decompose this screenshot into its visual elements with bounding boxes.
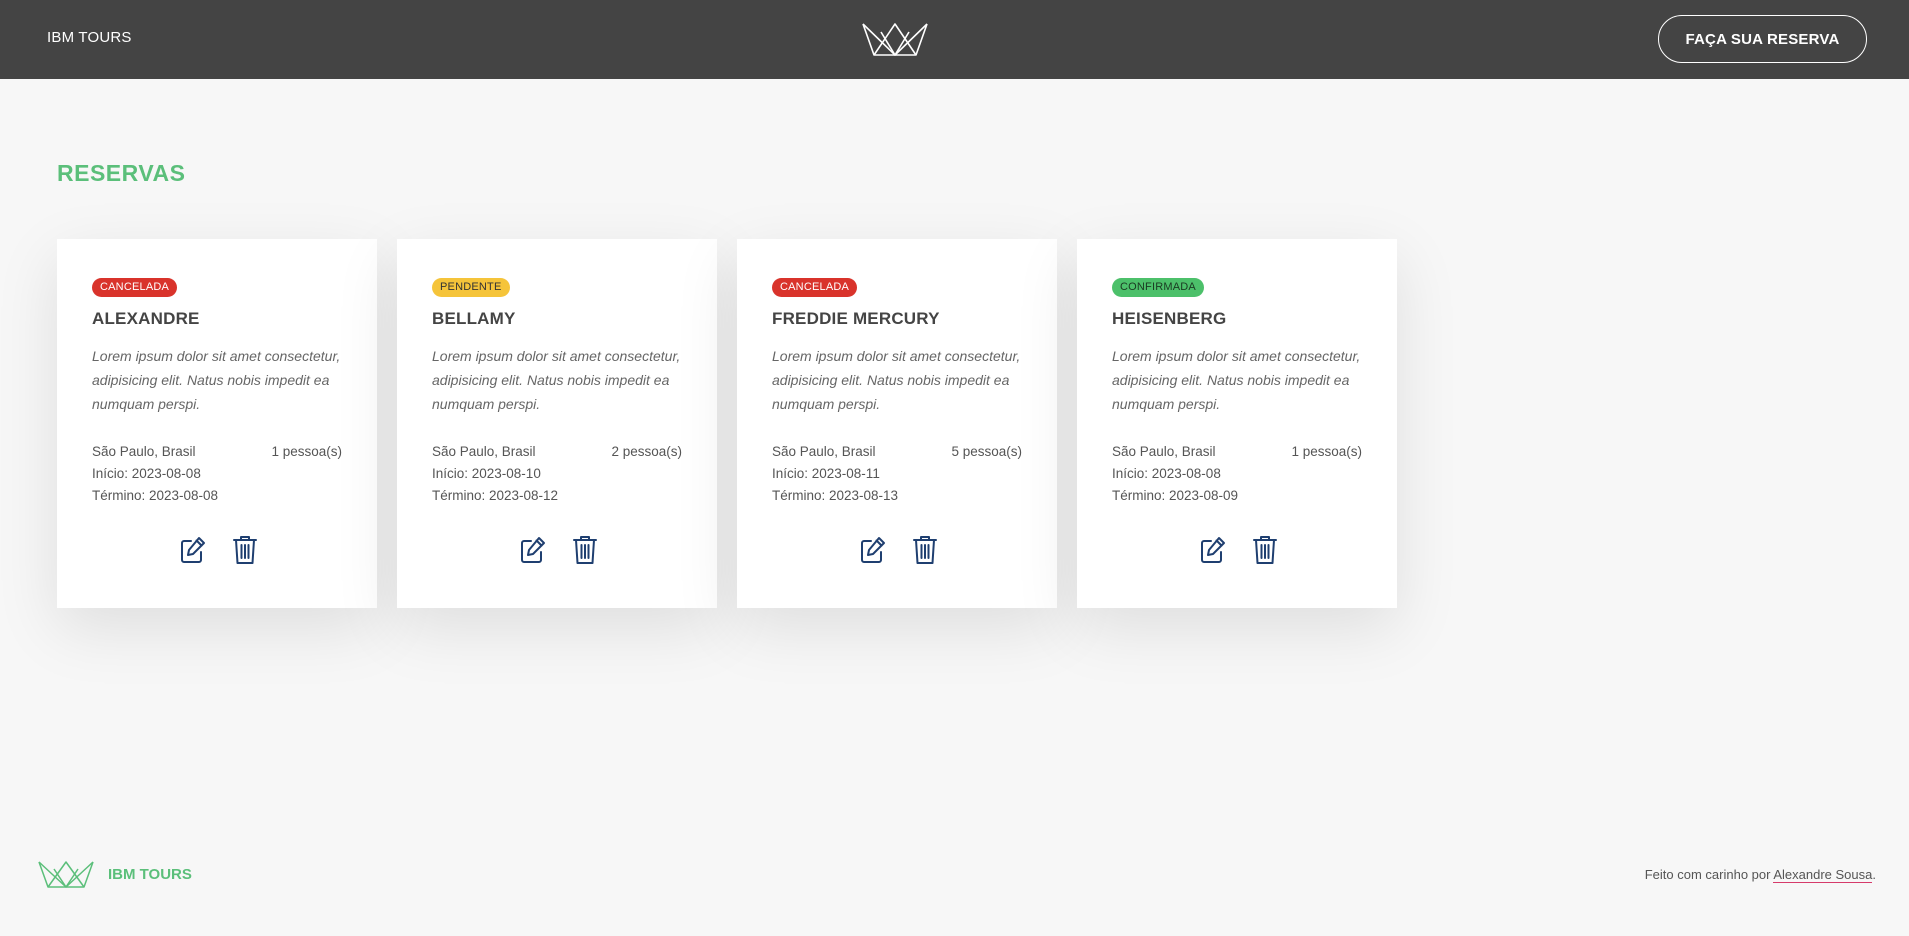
delete-button[interactable] <box>570 533 600 567</box>
end-date: Término: 2023-08-12 <box>432 488 559 503</box>
trash-icon <box>913 536 937 564</box>
end-date: Término: 2023-08-13 <box>772 488 899 503</box>
card-actions <box>57 533 377 567</box>
end-date: Término: 2023-08-08 <box>92 488 219 503</box>
reservation-description: Lorem ipsum dolor sit amet consectetur, … <box>772 348 1021 412</box>
guest-name: FREDDIE MERCURY <box>772 309 940 328</box>
status-badge: CANCELADA <box>772 278 858 297</box>
status-badge: CANCELADA <box>92 278 178 297</box>
reservation-card: CONFIRMADA HEISENBERG Lorem ipsum dolor … <box>1077 239 1397 608</box>
status-badge: PENDENTE <box>432 278 510 297</box>
trash-icon <box>573 536 597 564</box>
reservation-description: Lorem ipsum dolor sit amet consectetur, … <box>432 348 681 412</box>
edit-button[interactable] <box>518 533 548 567</box>
edit-icon <box>861 537 885 563</box>
start-date: Início: 2023-08-10 <box>432 466 541 481</box>
trash-icon <box>233 536 257 564</box>
guest-name: ALEXANDRE <box>92 309 200 328</box>
reservation-details: São Paulo, Brasil 1 pessoa(s) Início: 20… <box>1112 441 1362 507</box>
card-actions <box>1077 533 1397 567</box>
make-reservation-button[interactable]: FAÇA SUA RESERVA <box>1658 15 1867 63</box>
page-title: RESERVAS <box>57 160 186 186</box>
start-date: Início: 2023-08-08 <box>1112 466 1221 481</box>
start-date: Início: 2023-08-11 <box>772 466 880 481</box>
delete-button[interactable] <box>910 533 940 567</box>
author-link[interactable]: Alexandre Sousa <box>1773 867 1873 883</box>
people-count: 1 pessoa(s) <box>271 444 342 459</box>
guest-name: BELLAMY <box>432 309 516 328</box>
credit-suffix: . <box>1872 867 1876 882</box>
reservation-card: CANCELADA FREDDIE MERCURY Lorem ipsum do… <box>737 239 1057 608</box>
edit-button[interactable] <box>1198 533 1228 567</box>
trash-icon <box>1253 536 1277 564</box>
reservation-description: Lorem ipsum dolor sit amet consectetur, … <box>92 348 341 412</box>
reservation-card: PENDENTE BELLAMY Lorem ipsum dolor sit a… <box>397 239 717 608</box>
edit-icon <box>181 537 205 563</box>
card-actions <box>397 533 717 567</box>
reservation-details: São Paulo, Brasil 1 pessoa(s) Início: 20… <box>92 441 342 507</box>
guest-name: HEISENBERG <box>1112 309 1227 328</box>
reservation-details: São Paulo, Brasil 2 pessoa(s) Início: 20… <box>432 441 682 507</box>
card-actions <box>737 533 1057 567</box>
reservation-details: São Paulo, Brasil 5 pessoa(s) Início: 20… <box>772 441 1022 507</box>
credit-prefix: Feito com carinho por <box>1644 867 1774 882</box>
people-count: 5 pessoa(s) <box>951 444 1022 459</box>
reservation-card: CANCELADA ALEXANDRE Lorem ipsum dolor si… <box>57 239 377 608</box>
top-navbar: IBM TOURS FAÇA SUA RESERVA <box>0 0 1909 79</box>
status-badge: CONFIRMADA <box>1112 278 1204 297</box>
people-count: 2 pessoa(s) <box>611 444 682 459</box>
crown-icon[interactable] <box>861 20 929 58</box>
brand-link[interactable]: IBM TOURS <box>47 29 132 46</box>
reservation-description: Lorem ipsum dolor sit amet consectetur, … <box>1112 348 1361 412</box>
start-date: Início: 2023-08-08 <box>92 466 201 481</box>
end-date: Término: 2023-08-09 <box>1112 488 1239 503</box>
delete-button[interactable] <box>1250 533 1280 567</box>
people-count: 1 pessoa(s) <box>1291 444 1362 459</box>
footer-credit: Feito com carinho por Alexandre Sousa. <box>1644 867 1876 883</box>
footer-brand[interactable]: IBM TOURS <box>108 866 192 883</box>
edit-icon <box>521 537 545 563</box>
edit-icon <box>1201 537 1225 563</box>
edit-button[interactable] <box>178 533 208 567</box>
edit-button[interactable] <box>858 533 888 567</box>
delete-button[interactable] <box>230 533 260 567</box>
crown-icon[interactable] <box>37 858 95 890</box>
